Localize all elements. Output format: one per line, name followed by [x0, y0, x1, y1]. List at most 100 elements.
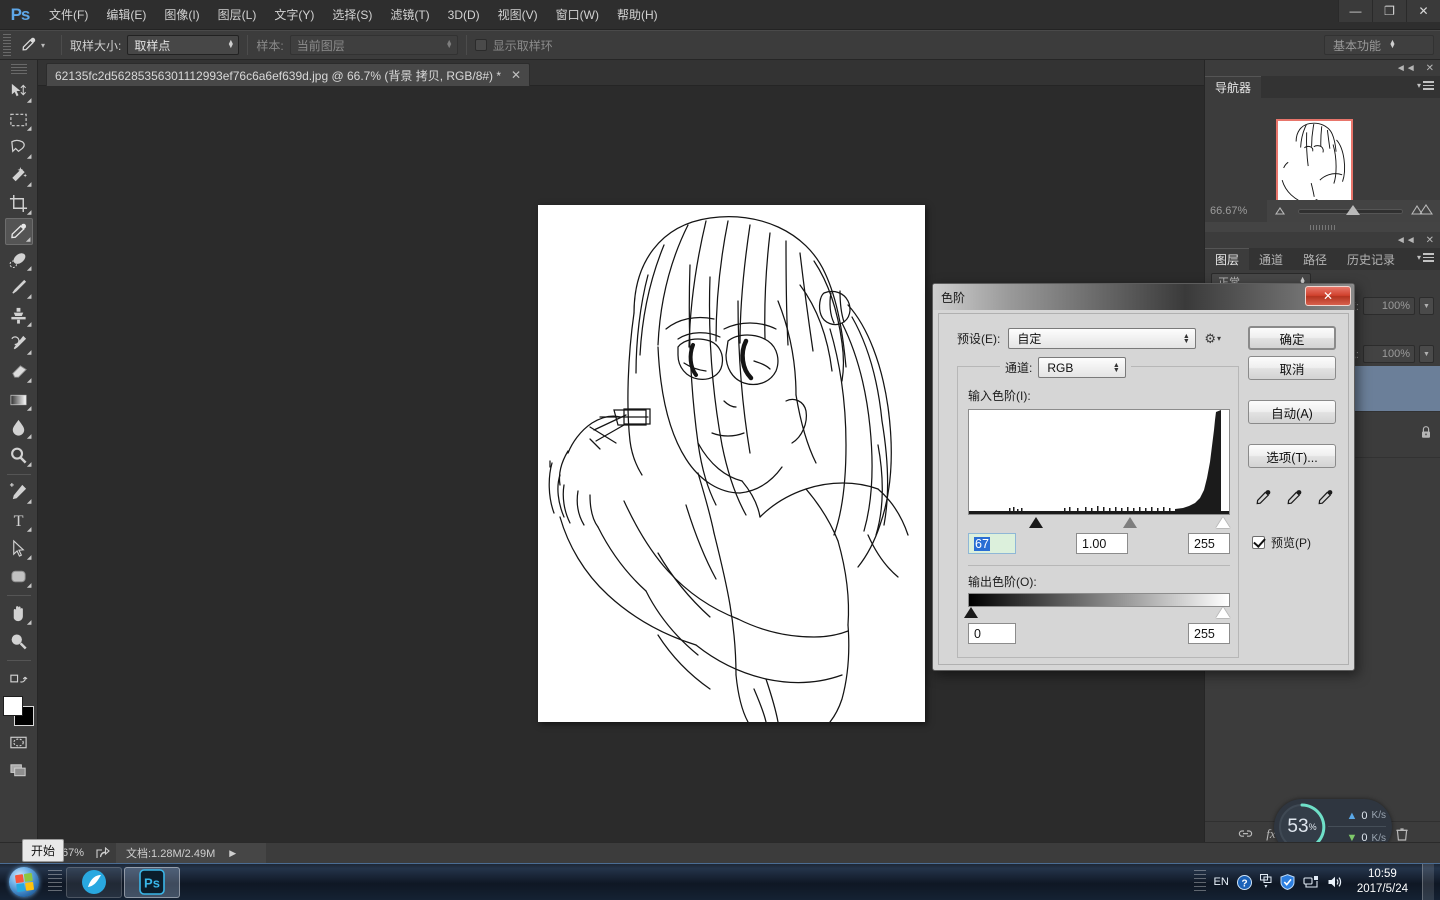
- output-white-field[interactable]: 255: [1188, 623, 1230, 644]
- options-button[interactable]: 选项(T)...: [1248, 444, 1336, 468]
- minimize-button[interactable]: —: [1338, 0, 1372, 22]
- fill-value[interactable]: 100%: [1363, 345, 1415, 363]
- link-layers-icon[interactable]: [1238, 828, 1253, 840]
- taskbar-clock[interactable]: 10:59 2017/5/24: [1351, 867, 1414, 897]
- options-bar-grip[interactable]: [3, 34, 11, 56]
- move-tool[interactable]: ◢: [5, 78, 33, 105]
- show-sampling-ring-checkbox[interactable]: [474, 39, 487, 51]
- collapse-panels-icon[interactable]: ◄◄: [1396, 63, 1416, 74]
- color-swatches[interactable]: [2, 696, 35, 726]
- tab-layers[interactable]: 图层: [1205, 248, 1250, 270]
- dodge-tool[interactable]: ◢: [5, 442, 33, 469]
- network-icon[interactable]: [1303, 875, 1319, 889]
- menu-image[interactable]: 图像(I): [155, 0, 208, 30]
- preset-select[interactable]: 自定 ▲ ▼: [1008, 328, 1197, 349]
- input-gamma-field[interactable]: 1.00: [1076, 533, 1128, 554]
- taskbar-browser[interactable]: [66, 866, 122, 898]
- menu-help[interactable]: 帮助(H): [608, 0, 667, 30]
- menu-filter[interactable]: 滤镜(T): [381, 0, 438, 30]
- delete-layer-icon[interactable]: [1396, 827, 1408, 841]
- hand-tool[interactable]: ◢: [5, 600, 33, 627]
- quick-mask-icon[interactable]: [5, 729, 33, 756]
- zoom-in-mountain-icon[interactable]: [1411, 202, 1434, 220]
- navigator-zoom-slider[interactable]: [1298, 204, 1403, 215]
- show-hidden-icon[interactable]: ▾: [1259, 873, 1272, 891]
- status-expand-arrow-icon[interactable]: ▶: [229, 848, 236, 859]
- levels-dialog-close-button[interactable]: ✕: [1305, 286, 1351, 306]
- zoom-out-mountain-icon[interactable]: [1274, 202, 1290, 220]
- navigator-panel-menu-icon[interactable]: ▾: [1417, 81, 1434, 90]
- input-white-slider[interactable]: [1216, 517, 1230, 528]
- menu-window[interactable]: 窗口(W): [547, 0, 608, 30]
- taskbar-grip[interactable]: [48, 870, 62, 894]
- tab-channels[interactable]: 通道: [1249, 248, 1294, 270]
- gradient-tool[interactable]: ◢: [5, 386, 33, 413]
- input-black-slider[interactable]: [1029, 517, 1043, 528]
- eyedropper-icon[interactable]: [15, 33, 41, 57]
- layers-panel-menu-icon[interactable]: ▾: [1417, 253, 1434, 262]
- levels-dialog-titlebar[interactable]: 色阶 ✕: [933, 284, 1354, 310]
- path-selection-tool[interactable]: ◢: [5, 535, 33, 562]
- navigator-zoom-knob[interactable]: [1346, 204, 1361, 215]
- workspace-select[interactable]: 基本功能 ▲ ▼: [1324, 35, 1434, 55]
- tab-navigator[interactable]: 导航器: [1205, 76, 1262, 98]
- navigator-zoom-slider-area[interactable]: [1267, 200, 1440, 222]
- input-gamma-slider[interactable]: [1123, 517, 1137, 528]
- output-white-slider[interactable]: [1216, 607, 1230, 618]
- security-shield-icon[interactable]: [1280, 874, 1295, 890]
- blur-tool[interactable]: ◢: [5, 414, 33, 441]
- crop-tool[interactable]: ◢: [5, 190, 33, 217]
- sample-select[interactable]: 当前图层 ▲ ▼: [289, 35, 458, 55]
- clone-stamp-tool[interactable]: ◢: [5, 302, 33, 329]
- levels-dialog[interactable]: 色阶 ✕ 预设(E): 自定 ▲ ▼ ⚙ ▾ 通道: RGB ▲ ▼ 输入色阶(…: [932, 283, 1355, 671]
- marquee-tool[interactable]: ◢: [5, 106, 33, 133]
- status-document-size[interactable]: 文档:1.28M/2.49M ▶: [116, 842, 266, 864]
- help-icon[interactable]: ?: [1236, 874, 1252, 890]
- menu-view[interactable]: 视图(V): [489, 0, 547, 30]
- start-button[interactable]: [0, 864, 48, 900]
- foreground-color-swatch[interactable]: [2, 696, 23, 716]
- set-gray-point-eyedropper-icon[interactable]: [1285, 488, 1304, 512]
- output-black-slider[interactable]: [964, 607, 978, 618]
- share-on-behance-icon[interactable]: [90, 847, 116, 859]
- set-black-point-eyedropper-icon[interactable]: [1254, 488, 1273, 512]
- input-white-field[interactable]: 255: [1188, 533, 1230, 554]
- history-brush-tool[interactable]: ◢: [5, 330, 33, 357]
- input-black-field[interactable]: 67: [968, 533, 1016, 554]
- menu-3d[interactable]: 3D(D): [439, 0, 489, 30]
- shape-tool[interactable]: ◢: [5, 563, 33, 590]
- zoom-tool[interactable]: [5, 628, 33, 655]
- maximize-button[interactable]: ❐: [1372, 0, 1406, 22]
- document-tab[interactable]: 62135fc2d56285356301112993ef76c6a6ef639d…: [46, 63, 531, 86]
- lasso-tool[interactable]: ◢: [5, 134, 33, 161]
- magic-wand-tool[interactable]: ◢: [5, 162, 33, 189]
- eyedropper-tool[interactable]: ◢: [4, 218, 33, 245]
- close-panel-icon[interactable]: ✕: [1426, 63, 1434, 74]
- output-black-field[interactable]: 0: [968, 623, 1016, 644]
- opacity-caret-icon[interactable]: ▼: [1419, 297, 1434, 315]
- preset-options-gear-icon[interactable]: ⚙ ▾: [1204, 331, 1221, 347]
- sample-size-select[interactable]: 取样点 ▲ ▼: [127, 35, 240, 55]
- tool-preset-caret-icon[interactable]: ▾: [41, 41, 45, 50]
- show-desktop-button[interactable]: [1422, 863, 1434, 900]
- fill-caret-icon[interactable]: ▼: [1419, 345, 1434, 363]
- edit-toolbar-icon[interactable]: [5, 665, 33, 692]
- set-white-point-eyedropper-icon[interactable]: [1316, 488, 1335, 512]
- document-tab-close-icon[interactable]: ✕: [511, 68, 521, 82]
- menu-type[interactable]: 文字(Y): [265, 0, 323, 30]
- pen-tool[interactable]: ◢: [5, 479, 33, 506]
- menu-edit[interactable]: 编辑(E): [97, 0, 155, 30]
- navigator-resize-grip[interactable]: [1205, 222, 1440, 232]
- auto-button[interactable]: 自动(A): [1248, 400, 1336, 424]
- ok-button[interactable]: 确定: [1248, 326, 1336, 350]
- taskbar-photoshop[interactable]: Ps: [124, 866, 180, 898]
- tab-history[interactable]: 历史记录: [1337, 248, 1406, 270]
- opacity-value[interactable]: 100%: [1363, 297, 1415, 315]
- menu-layer[interactable]: 图层(L): [209, 0, 266, 30]
- channel-select[interactable]: RGB ▲ ▼: [1038, 357, 1127, 378]
- collapse-panels-icon-2[interactable]: ◄◄: [1396, 235, 1416, 246]
- tools-panel-grip[interactable]: [10, 64, 27, 74]
- artboard[interactable]: [538, 205, 925, 722]
- cancel-button[interactable]: 取消: [1248, 356, 1336, 380]
- tray-grip[interactable]: [1193, 870, 1206, 894]
